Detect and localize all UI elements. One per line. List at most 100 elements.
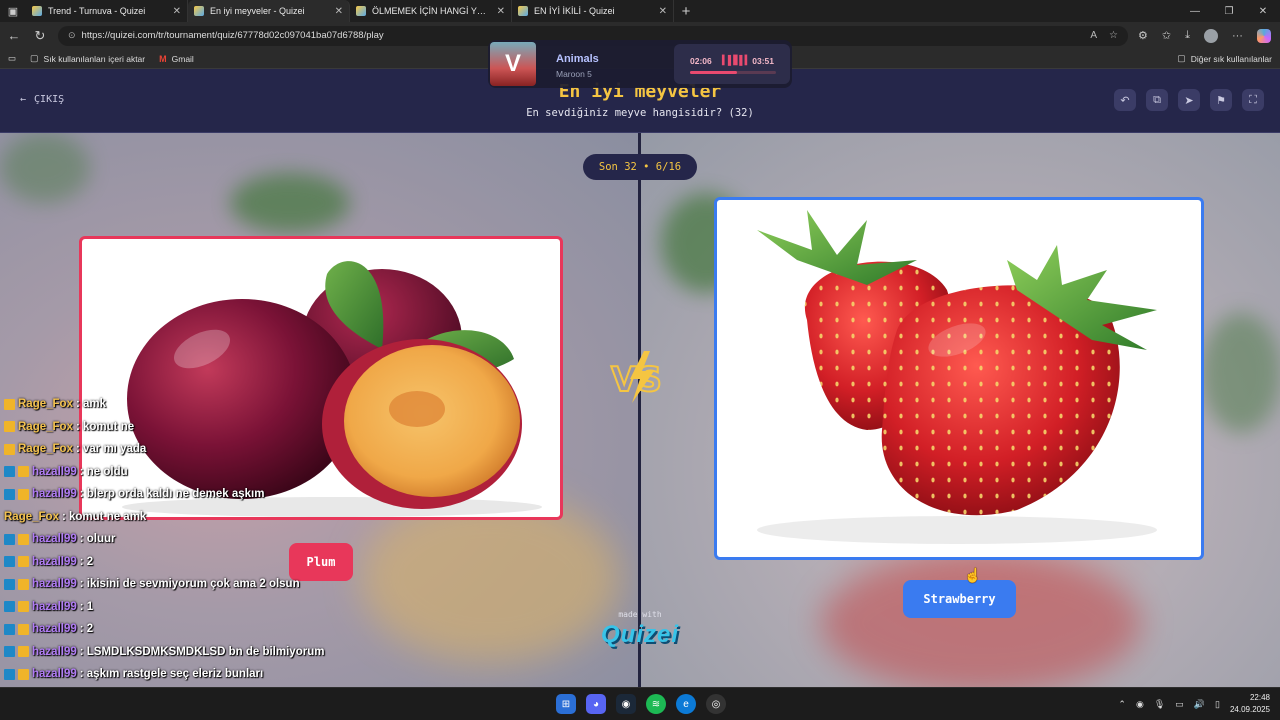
moderator-badge-icon	[4, 533, 15, 545]
steam-icon[interactable]: ◉	[616, 694, 636, 714]
new-tab-button[interactable]: +	[674, 3, 698, 20]
moderator-badge-icon	[4, 578, 15, 590]
reload-icon[interactable]: ↻	[32, 28, 48, 44]
undo-button[interactable]: ↶	[1114, 89, 1136, 111]
folder-icon: ▢	[1177, 53, 1186, 63]
moderator-badge-icon	[4, 623, 15, 635]
steam-tray-icon[interactable]: ◉	[1136, 699, 1144, 710]
chat-username[interactable]: hazall99	[32, 668, 77, 680]
chat-message: hazall99: LSMDLKSDMKSMDKLSD bn de bilmiy…	[4, 642, 324, 662]
moderator-badge-icon	[4, 466, 15, 477]
option-card-right[interactable]	[714, 197, 1204, 560]
chat-text: : 2	[79, 555, 94, 568]
close-tab-icon[interactable]: ✕	[335, 6, 343, 17]
chat-text: : blerp orda kaldı ne demek aşkım	[79, 488, 265, 500]
bookmark-other[interactable]: ▢ Diğer sık kullanılanlar	[1177, 53, 1272, 64]
crown-badge-icon	[18, 668, 29, 680]
restore-icon[interactable]: ❐	[1212, 6, 1246, 17]
chat-message: hazall99: blerp orda kaldı ne demek aşkı…	[4, 484, 264, 504]
copilot-icon[interactable]	[1256, 28, 1271, 43]
read-aloud-icon[interactable]: A	[1090, 30, 1097, 41]
back-icon[interactable]: ←	[6, 28, 22, 43]
chat-username[interactable]: Rage_Fox	[18, 421, 73, 433]
tab-en-iyi-ikili[interactable]: EN İYİ İKİLİ - Quizei ✕	[512, 0, 674, 22]
extensions-icon[interactable]: ⚙	[1138, 29, 1148, 42]
chat-message: hazall99: 2	[4, 552, 93, 572]
spotify-icon[interactable]: ≋	[646, 694, 666, 714]
chat-username[interactable]: Rage_Fox	[4, 511, 59, 523]
fullscreen-button[interactable]: ⛶	[1242, 89, 1264, 111]
copy-button[interactable]: ⧉	[1146, 89, 1168, 111]
share-button[interactable]: ➤	[1178, 89, 1200, 111]
chat-username[interactable]: hazall99	[32, 601, 77, 613]
quizei-favicon-icon	[32, 6, 42, 16]
chat-message: hazall99: 2	[4, 619, 93, 639]
sidebar-toggle-icon[interactable]: ▭	[8, 53, 16, 64]
clock-date: 24.09.2025	[1229, 705, 1270, 714]
bookmark-import[interactable]: ▢ Sık kullanılanları içeri aktar	[30, 53, 145, 64]
progress-fill	[690, 71, 738, 74]
tab-olmemek[interactable]: ÖLMEMEK İÇİN HANGİ YOLU SEÇ ✕	[350, 0, 512, 22]
obs-icon[interactable]: ◎	[706, 694, 726, 714]
chat-username[interactable]: hazall99	[32, 466, 77, 478]
network-icon[interactable]: ▭	[1175, 699, 1184, 710]
favorite-star-icon[interactable]: ☆	[1109, 30, 1118, 41]
chat-username[interactable]: Rage_Fox	[18, 443, 73, 455]
chat-username[interactable]: hazall99	[32, 488, 77, 500]
tab-en-iyi-meyveler[interactable]: En iyi meyveler - Quizei ✕	[188, 0, 350, 22]
option-button-strawberry[interactable]: Strawberry	[903, 580, 1016, 618]
edge-icon[interactable]: e	[676, 694, 696, 714]
chat-username[interactable]: hazall99	[32, 646, 77, 658]
microphone-icon[interactable]: 🎙	[1154, 699, 1165, 710]
close-tab-icon[interactable]: ✕	[497, 6, 505, 17]
report-flag-button[interactable]: ⚑	[1210, 89, 1232, 111]
profile-avatar[interactable]	[1203, 28, 1218, 43]
clock[interactable]: 22:48 24.09.2025	[1230, 692, 1270, 716]
discord-icon[interactable]: ◕	[586, 694, 606, 714]
close-tab-icon[interactable]: ✕	[659, 6, 667, 17]
windows-taskbar: ⊞ ◕ ◉ ≋ e ◎ ⌃ ◉ 🎙 ▭ 🔊 ▯ 22:48 24.09.2025	[0, 687, 1280, 720]
quizei-logo[interactable]: Quizei	[590, 621, 690, 649]
chat-username[interactable]: hazall99	[32, 556, 77, 568]
bookmark-gmail[interactable]: M Gmail	[159, 54, 194, 64]
chat-username[interactable]: hazall99	[32, 578, 77, 590]
crown-badge-icon	[4, 421, 15, 432]
url-text: https://quizei.com/tr/tournament/quiz/67…	[81, 30, 384, 41]
chat-text: : komut ne	[75, 420, 135, 433]
crown-badge-icon	[18, 601, 29, 612]
window-controls: — ❐ ✕	[1178, 6, 1280, 17]
chat-message: hazall99: 1	[4, 597, 93, 617]
tab-title: EN İYİ İKİLİ - Quizei	[534, 6, 615, 16]
tab-actions-icon[interactable]: ▣	[0, 0, 26, 22]
made-with-label: made with	[618, 610, 662, 619]
battery-icon[interactable]: ▯	[1215, 699, 1220, 710]
screen: ▣ Trend - Turnuva - Quizei ✕ En iyi meyv…	[0, 0, 1280, 720]
close-window-icon[interactable]: ✕	[1246, 6, 1280, 17]
site-info-icon[interactable]: ⊙	[68, 30, 76, 41]
chat-message: Rage_Fox: komut ne amk	[4, 507, 146, 527]
chat-message: hazall99: ikisini de sevmiyorum çok ama …	[4, 574, 300, 594]
favorites-icon[interactable]: ✩	[1162, 29, 1171, 42]
minimize-icon[interactable]: —	[1178, 6, 1212, 17]
track-artist: Maroon 5	[556, 69, 592, 79]
downloads-icon[interactable]: ⤓	[1185, 29, 1190, 42]
folder-icon: ▢	[30, 53, 39, 63]
tab-title: Trend - Turnuva - Quizei	[48, 6, 146, 16]
tab-trend[interactable]: Trend - Turnuva - Quizei ✕	[26, 0, 188, 22]
more-menu-icon[interactable]: ···	[1232, 30, 1243, 42]
progress-track	[690, 71, 776, 74]
start-windows-icon[interactable]: ⊞	[556, 694, 576, 714]
chat-message: hazall99: aşkım rastgele seç eleriz bunl…	[4, 664, 263, 684]
clock-time: 22:48	[1249, 693, 1270, 702]
chat-text: : ikisini de sevmiyorum çok ama 2 olsun	[79, 578, 300, 590]
chat-username[interactable]: hazall99	[32, 623, 77, 635]
crown-badge-icon	[18, 646, 29, 657]
close-tab-icon[interactable]: ✕	[173, 6, 181, 17]
quizei-favicon-icon	[194, 6, 204, 16]
chat-username[interactable]: Rage_Fox	[18, 398, 73, 410]
chat-username[interactable]: hazall99	[32, 533, 77, 545]
quizei-favicon-icon	[518, 6, 528, 16]
gmail-icon: M	[159, 53, 167, 64]
tray-chevron-icon[interactable]: ⌃	[1118, 699, 1126, 710]
volume-icon[interactable]: 🔊	[1194, 699, 1205, 710]
